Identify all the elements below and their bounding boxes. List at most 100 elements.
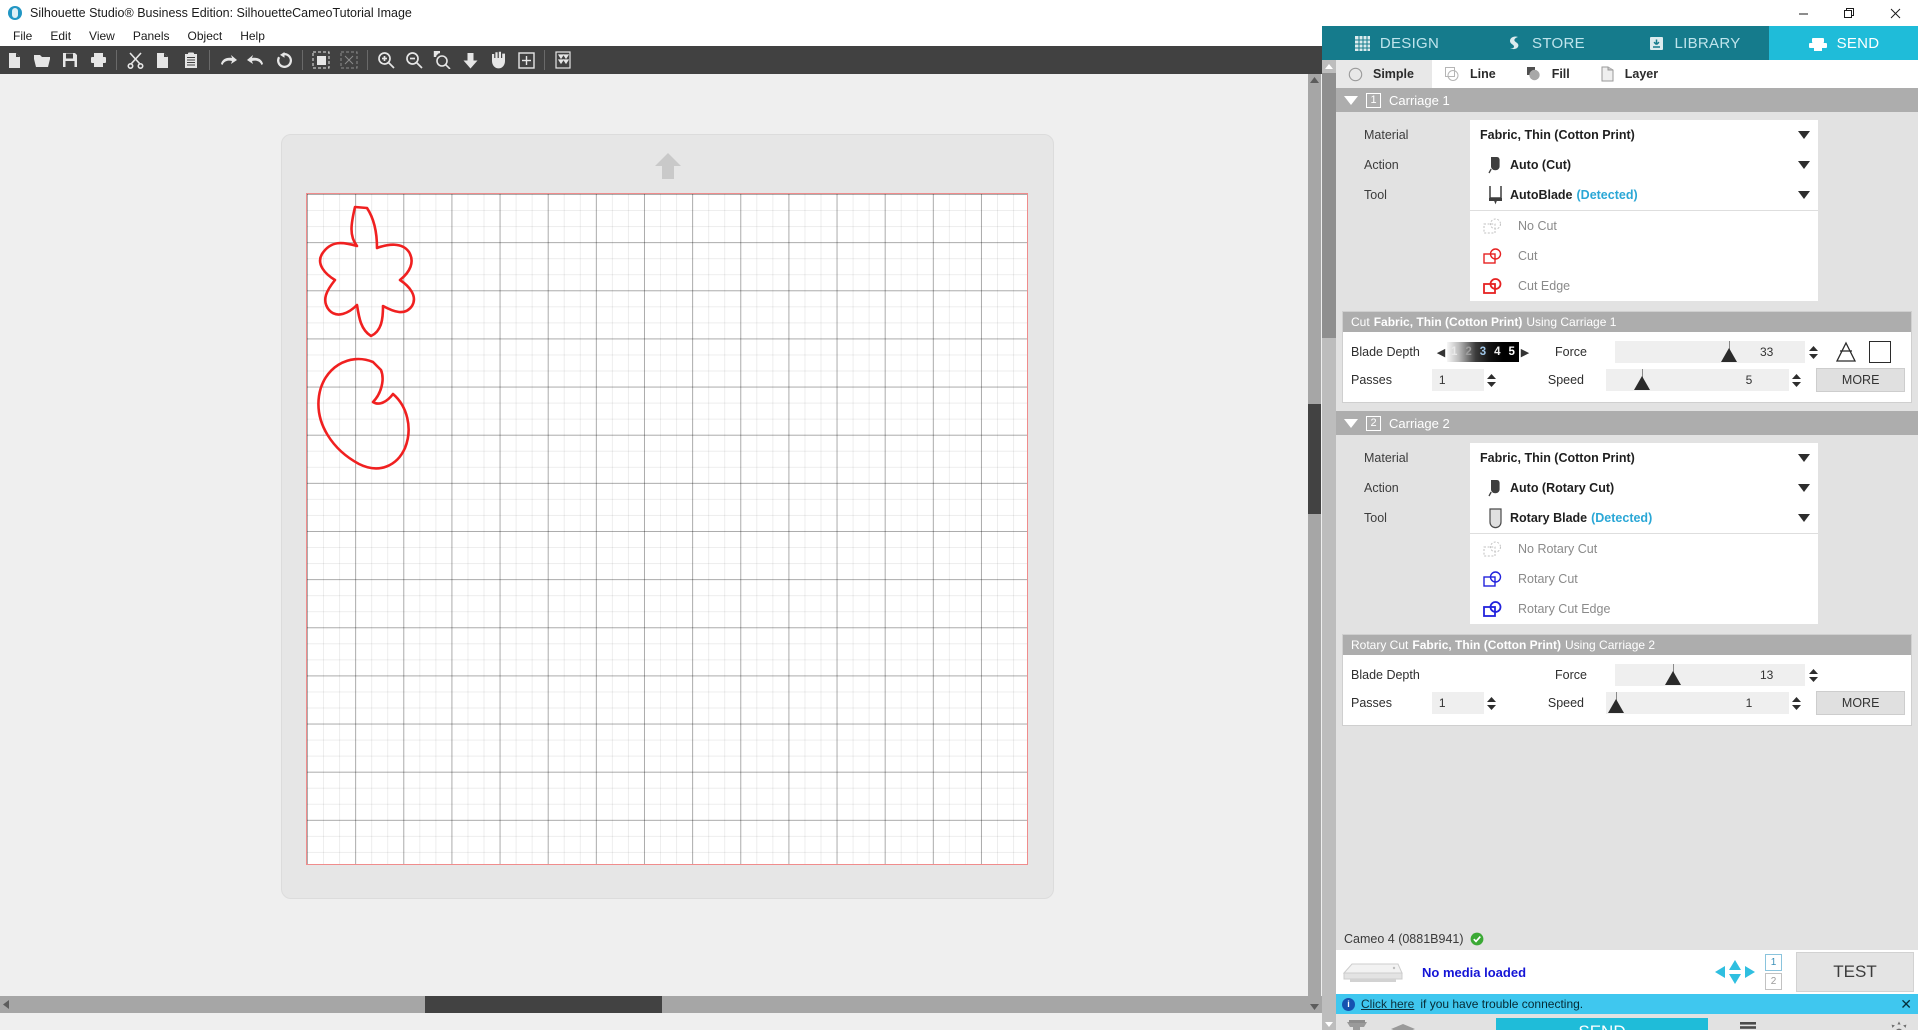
passes-value[interactable]: 1: [1431, 692, 1484, 714]
dpad-arrows-icon[interactable]: [1713, 959, 1757, 985]
chevron-down-icon[interactable]: [1798, 161, 1810, 169]
zoom-in-icon[interactable]: [372, 46, 400, 74]
pan-hand-icon[interactable]: [484, 46, 512, 74]
close-icon[interactable]: [1872, 0, 1918, 26]
minimize-icon[interactable]: [1780, 0, 1826, 26]
passes-spinner[interactable]: [1484, 692, 1500, 714]
zoom-selection-icon[interactable]: [428, 46, 456, 74]
vscroll-thumb[interactable]: [1308, 404, 1321, 514]
option-no-cut[interactable]: No Cut: [1470, 211, 1818, 241]
speed-slider-knob[interactable]: [1607, 699, 1624, 713]
action-dropdown[interactable]: Auto (Rotary Cut): [1470, 473, 1818, 503]
material-dropdown[interactable]: Fabric, Thin (Cotton Print): [1470, 443, 1818, 473]
chevron-down-icon[interactable]: [1798, 191, 1810, 199]
vscroll-down-arrow[interactable]: [1308, 1000, 1321, 1013]
chevron-down-icon[interactable]: [1798, 514, 1810, 522]
passes-spinner[interactable]: [1484, 369, 1500, 391]
speed-slider[interactable]: [1605, 692, 1739, 714]
fit-window-icon[interactable]: [512, 46, 540, 74]
refresh-icon[interactable]: [270, 46, 298, 74]
force-value[interactable]: 33: [1753, 341, 1805, 363]
new-document-icon[interactable]: [0, 46, 28, 74]
tab-fill[interactable]: Fill: [1514, 60, 1588, 88]
job-queue-icon[interactable]: [1740, 1022, 1756, 1030]
more-button-carriage-2[interactable]: MORE: [1816, 691, 1906, 715]
open-document-icon[interactable]: [28, 46, 56, 74]
redo-icon[interactable]: [242, 46, 270, 74]
close-icon[interactable]: ✕: [1900, 996, 1912, 1013]
menu-edit[interactable]: Edit: [41, 27, 80, 45]
speed-slider[interactable]: [1605, 369, 1739, 391]
panel-scrollbar[interactable]: [1322, 60, 1336, 1030]
fit-to-page-icon[interactable]: [456, 46, 484, 74]
cut-scissors-icon[interactable]: [121, 46, 149, 74]
speed-spinner[interactable]: [1789, 369, 1804, 391]
tab-simple[interactable]: Simple: [1336, 60, 1432, 88]
passes-value[interactable]: 1: [1431, 369, 1484, 391]
panel-scroll-thumb[interactable]: [1322, 73, 1336, 338]
menu-object[interactable]: Object: [179, 27, 232, 45]
zoom-out-icon[interactable]: [400, 46, 428, 74]
speed-slider-knob[interactable]: [1633, 376, 1650, 390]
menu-panels[interactable]: Panels: [124, 27, 179, 45]
send-button[interactable]: SEND: [1496, 1018, 1708, 1030]
hscroll-left-arrow[interactable]: [0, 996, 13, 1013]
action-dropdown[interactable]: Auto (Cut): [1470, 150, 1818, 180]
carriage-indicator-1[interactable]: 1: [1765, 954, 1782, 971]
tab-design[interactable]: DESIGN: [1322, 26, 1471, 60]
canvas-vertical-scrollbar[interactable]: [1308, 74, 1321, 1013]
mat-grid[interactable]: [306, 193, 1028, 865]
tool-dropdown[interactable]: Rotary Blade (Detected): [1470, 503, 1818, 533]
print-icon[interactable]: [84, 46, 112, 74]
design-canvas[interactable]: [0, 74, 1331, 1013]
option-rotary-cut[interactable]: Rotary Cut: [1470, 564, 1818, 594]
force-slider[interactable]: [1615, 664, 1753, 686]
tool-dropdown[interactable]: AutoBlade (Detected): [1470, 180, 1818, 210]
copy-icon[interactable]: [149, 46, 177, 74]
collapse-caret-icon[interactable]: [1344, 418, 1358, 428]
deselect-all-icon[interactable]: [335, 46, 363, 74]
vscroll-up-arrow[interactable]: [1308, 74, 1321, 87]
chevron-down-icon[interactable]: [1798, 131, 1810, 139]
troubleshoot-link[interactable]: Click here: [1361, 997, 1414, 1011]
test-button[interactable]: TEST: [1796, 952, 1914, 992]
blade-depth-strip[interactable]: 1 2 3 4 5: [1447, 342, 1519, 362]
page-setup-icon[interactable]: [549, 46, 577, 74]
collapse-caret-icon[interactable]: [1344, 95, 1358, 105]
tab-send[interactable]: SEND: [1769, 26, 1918, 60]
tab-library[interactable]: LIBRARY: [1620, 26, 1769, 60]
gear-icon[interactable]: [1888, 1021, 1910, 1030]
force-slider-knob[interactable]: [1721, 348, 1737, 362]
graduation-cap-icon[interactable]: [1390, 1021, 1416, 1030]
hscroll-thumb[interactable]: [425, 996, 662, 1013]
option-rotary-cut-edge[interactable]: Rotary Cut Edge: [1470, 594, 1818, 624]
panel-scroll-up-arrow[interactable]: [1322, 60, 1336, 73]
force-spinner[interactable]: [1805, 664, 1821, 686]
option-cut-edge[interactable]: Cut Edge: [1470, 271, 1818, 301]
select-all-icon[interactable]: [307, 46, 335, 74]
carriage-2-header[interactable]: 2 Carriage 2: [1336, 411, 1918, 435]
menu-view[interactable]: View: [80, 27, 124, 45]
option-no-rotary-cut[interactable]: No Rotary Cut: [1470, 534, 1818, 564]
force-spinner[interactable]: [1805, 341, 1821, 363]
more-button-carriage-1[interactable]: MORE: [1816, 368, 1906, 392]
option-cut[interactable]: Cut: [1470, 241, 1818, 271]
depth-right-arrow-icon[interactable]: ▶: [1519, 346, 1531, 359]
vscroll-track[interactable]: [1308, 87, 1321, 1000]
force-slider-knob[interactable]: [1665, 671, 1681, 685]
depth-value-4[interactable]: 4: [1494, 346, 1500, 358]
blade-depth-control[interactable]: ◀ 1 2 3 4 5 ▶: [1435, 342, 1545, 362]
tab-layer[interactable]: Layer: [1588, 60, 1676, 88]
depth-value-2[interactable]: 2: [1465, 346, 1471, 358]
carriage-selector[interactable]: 1 2: [1765, 954, 1782, 990]
hscroll-track[interactable]: [13, 996, 1318, 1013]
depth-value-1[interactable]: 1: [1451, 346, 1457, 358]
checkbox-icon[interactable]: [1869, 341, 1891, 363]
material-dropdown[interactable]: Fabric, Thin (Cotton Print): [1470, 120, 1818, 150]
force-slider[interactable]: [1615, 341, 1753, 363]
carriage-1-header[interactable]: 1 Carriage 1: [1336, 88, 1918, 112]
depth-value-3[interactable]: 3: [1480, 346, 1486, 358]
speed-value[interactable]: 5: [1738, 369, 1789, 391]
cut-preview-button[interactable]: 1: [1344, 1017, 1372, 1030]
force-value[interactable]: 13: [1753, 664, 1805, 686]
